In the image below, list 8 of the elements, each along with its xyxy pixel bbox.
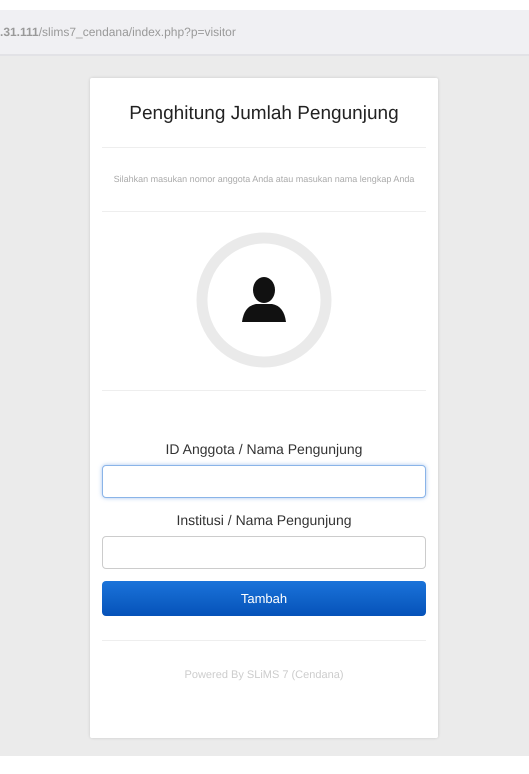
field-label: ID Anggota / Nama Pengunjung bbox=[164, 441, 364, 457]
add-button[interactable]: Tambah bbox=[102, 581, 426, 616]
input-field[interactable] bbox=[102, 465, 426, 498]
user-silhouette-icon bbox=[194, 230, 334, 370]
form-title: Penghitung Jumlah Pengunjung bbox=[128, 102, 400, 126]
input-field[interactable] bbox=[102, 536, 426, 569]
field-label: Institusi / Nama Pengunjung bbox=[175, 512, 353, 528]
instruction-text: Silahkan masukan nomor anggota Anda atau masukan nama lengkap Anda bbox=[112, 173, 416, 186]
